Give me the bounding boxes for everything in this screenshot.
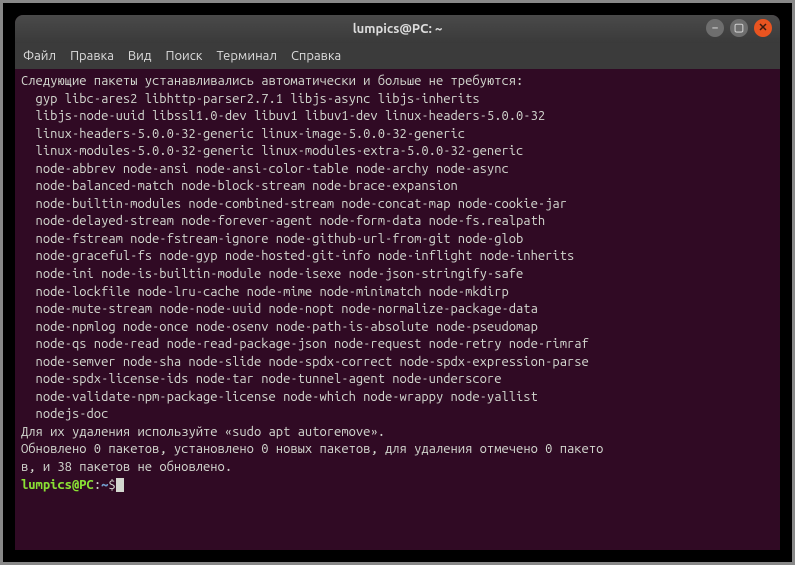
package-line: gyp libc-ares2 libhttp-parser2.7.1 libjs… [21,91,774,109]
menu-terminal[interactable]: Терминал [216,49,276,63]
cursor [116,478,124,492]
window-controls: – ▢ ✕ [706,19,772,37]
package-line: node-graceful-fs node-gyp node-hosted-gi… [21,248,774,266]
menu-search[interactable]: Поиск [165,49,202,63]
package-line: linux-modules-5.0.0-32-generic linux-mod… [21,143,774,161]
terminal-window: lumpics@PC: ~ – ▢ ✕ Файл Правка Вид Поис… [15,15,780,550]
terminal-body[interactable]: Следующие пакеты устанавливались автомат… [15,69,780,550]
package-line: node-npmlog node-once node-osenv node-pa… [21,319,774,337]
summary-line-2: в, и 38 пакетов не обновлено. [21,459,774,477]
summary-line-1: Обновлено 0 пакетов, установлено 0 новых… [21,441,774,459]
output-header: Следующие пакеты устанавливались автомат… [21,73,774,91]
package-line: linux-headers-5.0.0-32-generic linux-ima… [21,126,774,144]
prompt-userhost: lumpics@PC [21,478,94,492]
prompt-colon: : [94,478,101,492]
package-line: node-balanced-match node-block-stream no… [21,178,774,196]
titlebar[interactable]: lumpics@PC: ~ – ▢ ✕ [15,15,780,43]
minimize-button[interactable]: – [706,19,724,37]
package-line: node-mute-stream node-node-uuid node-nop… [21,301,774,319]
package-line: node-fstream node-fstream-ignore node-gi… [21,231,774,249]
menubar: Файл Правка Вид Поиск Терминал Справка [15,43,780,69]
prompt-dollar: $ [108,478,115,492]
window-title: lumpics@PC: ~ [353,22,443,36]
package-list: gyp libc-ares2 libhttp-parser2.7.1 libjs… [21,91,774,424]
autoremove-hint: Для их удаления используйте «sudo apt au… [21,424,774,442]
package-line: node-ini node-is-builtin-module node-ise… [21,266,774,284]
package-line: node-builtin-modules node-combined-strea… [21,196,774,214]
package-line: node-semver node-sha node-slide node-spd… [21,354,774,372]
package-line: libjs-node-uuid libssl1.0-dev libuv1 lib… [21,108,774,126]
menu-file[interactable]: Файл [23,49,56,63]
package-line: node-validate-npm-package-license node-w… [21,389,774,407]
package-line: node-lockfile node-lru-cache node-mime n… [21,284,774,302]
menu-edit[interactable]: Правка [70,49,114,63]
screenshot-border: lumpics@PC: ~ – ▢ ✕ Файл Правка Вид Поис… [0,0,795,565]
menu-help[interactable]: Справка [291,49,341,63]
package-line: node-spdx-license-ids node-tar node-tunn… [21,371,774,389]
package-line: node-qs node-read node-read-package-json… [21,336,774,354]
package-line: node-delayed-stream node-forever-agent n… [21,213,774,231]
package-line: nodejs-doc [21,406,774,424]
close-button[interactable]: ✕ [754,19,772,37]
prompt-line[interactable]: lumpics@PC:~$ [21,477,774,495]
menu-view[interactable]: Вид [128,49,152,63]
package-line: node-abbrev node-ansi node-ansi-color-ta… [21,161,774,179]
maximize-button[interactable]: ▢ [730,19,748,37]
